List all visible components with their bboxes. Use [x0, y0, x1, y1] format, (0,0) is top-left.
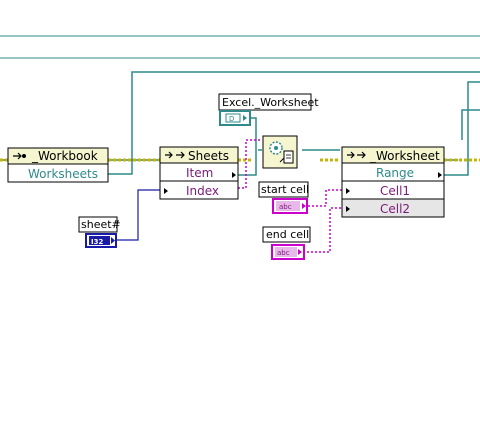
workbook-property-worksheets[interactable]: Worksheets [28, 167, 98, 181]
refnum-icon: D [229, 115, 234, 123]
svg-text:Excel._Worksheet: Excel._Worksheet [222, 96, 319, 109]
workbook-header: _Workbook [31, 149, 98, 163]
string-icon: abc [277, 249, 290, 257]
sheets-property-item[interactable]: Item [186, 166, 213, 180]
sheets-input-index[interactable]: Index [186, 184, 219, 198]
worksheet-header: _Worksheet [369, 149, 440, 163]
svg-text:end cell: end cell [266, 228, 309, 241]
block-diagram: _Workbook Worksheets Sheets Item Index E… [0, 35, 480, 260]
sheets-node[interactable]: Sheets Item Index [159, 146, 239, 200]
workbook-node[interactable]: _Workbook Worksheets [7, 147, 109, 183]
start-cell-control[interactable]: abc [272, 198, 308, 214]
start-cell-label: start cell [258, 181, 309, 198]
worksheet-input-cell1[interactable]: Cell1 [380, 184, 410, 198]
background-wires [0, 35, 480, 59]
worksheet-node[interactable]: _Worksheet Range Cell1 Cell2 [341, 146, 445, 218]
svg-text:sheet#: sheet# [81, 218, 121, 231]
i32-icon: I32 [91, 238, 103, 246]
sheet-num-control[interactable]: I32 [85, 233, 117, 248]
worksheet-input-cell2[interactable]: Cell2 [380, 202, 410, 216]
sheets-header: Sheets [188, 149, 229, 163]
sheet-num-label: sheet# [78, 216, 121, 233]
svg-text:start cell: start cell [261, 183, 309, 196]
variant-to-data-icon[interactable] [262, 135, 298, 169]
integer-wire [116, 189, 160, 241]
string-icon: abc [279, 203, 292, 211]
excel-worksheet-label: Excel._Worksheet [218, 93, 319, 111]
refnum-constant[interactable]: D [219, 110, 251, 126]
end-cell-label: end cell [262, 226, 311, 243]
worksheet-property-range[interactable]: Range [376, 166, 414, 180]
end-cell-control[interactable]: abc [271, 244, 305, 260]
